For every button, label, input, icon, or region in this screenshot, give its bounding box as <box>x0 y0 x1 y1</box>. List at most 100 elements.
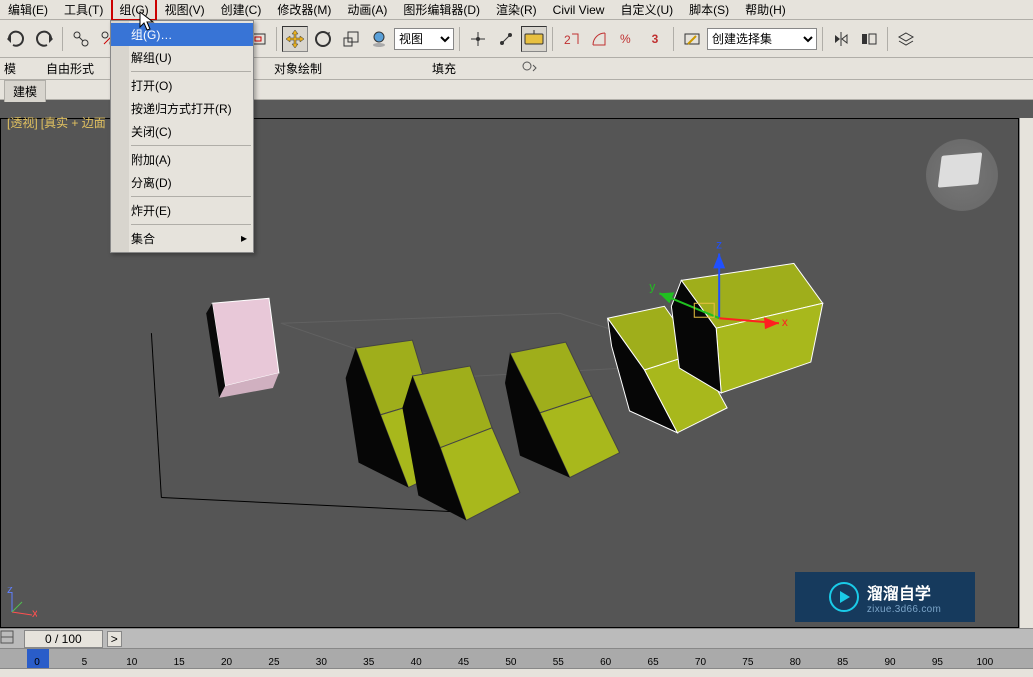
menu-script[interactable]: 脚本(S) <box>681 0 737 21</box>
snap-2d-icon[interactable]: 2 <box>558 26 584 52</box>
time-ruler[interactable]: 0 5 10 15 20 25 30 35 40 45 50 55 60 65 … <box>0 648 1033 668</box>
tick: 20 <box>217 657 237 668</box>
menu-customize[interactable]: 自定义(U) <box>612 0 681 21</box>
tick: 5 <box>74 657 94 668</box>
tick: 35 <box>359 657 379 668</box>
menu-tools[interactable]: 工具(T) <box>56 0 111 21</box>
named-selection-set-select[interactable]: 创建选择集 <box>707 28 817 50</box>
tick: 80 <box>785 657 805 668</box>
manipulate-icon[interactable] <box>493 26 519 52</box>
time-frame-display[interactable]: 0 / 100 <box>24 630 103 648</box>
tick: 40 <box>406 657 426 668</box>
layers-icon[interactable] <box>893 26 919 52</box>
object-box-green-5[interactable] <box>671 263 822 392</box>
menu-modifier[interactable]: 修改器(M) <box>269 0 339 21</box>
tick: 50 <box>501 657 521 668</box>
tick: 90 <box>880 657 900 668</box>
tick: 70 <box>690 657 710 668</box>
menu-graph-editor[interactable]: 图形编辑器(D) <box>395 0 488 21</box>
menu-item-group[interactable]: 组(G)… <box>111 23 253 46</box>
menu-item-close[interactable]: 关闭(C) <box>111 120 253 143</box>
tick: 25 <box>264 657 284 668</box>
object-box-pink[interactable] <box>206 298 279 398</box>
ribbon-label-objpaint[interactable]: 对象绘制 <box>274 60 322 77</box>
tick: 45 <box>454 657 474 668</box>
ribbon-label-fill[interactable]: 填充 <box>432 60 456 77</box>
menu-separator <box>131 196 251 197</box>
menu-civil-view[interactable]: Civil View <box>545 0 613 20</box>
submenu-arrow-icon: ▸ <box>241 231 247 245</box>
keyboard-shortcut-icon[interactable] <box>521 26 547 52</box>
svg-text:z: z <box>716 237 722 251</box>
watermark-title: 溜溜自学 <box>867 580 941 604</box>
object-box-green-2[interactable] <box>402 366 520 520</box>
watermark-play-icon <box>829 582 859 612</box>
tick: 95 <box>927 657 947 668</box>
axis-indicator-icon: z x <box>7 587 37 617</box>
tick: 60 <box>596 657 616 668</box>
menu-item-ungroup[interactable]: 解组(U) <box>111 46 253 69</box>
command-panel-edge[interactable] <box>1019 118 1033 628</box>
menu-render[interactable]: 渲染(R) <box>488 0 545 21</box>
menu-separator <box>131 145 251 146</box>
menu-separator <box>131 224 251 225</box>
menu-edit[interactable]: 编辑(E) <box>0 0 56 21</box>
tick: 10 <box>122 657 142 668</box>
menu-animation[interactable]: 动画(A) <box>339 0 395 21</box>
ribbon-label-freeform[interactable]: 自由形式 <box>46 60 94 77</box>
svg-text:y: y <box>649 279 655 293</box>
svg-text:x: x <box>782 315 788 329</box>
tick: 0 <box>27 657 47 668</box>
undo-icon[interactable] <box>3 26 29 52</box>
menu-item-attach[interactable]: 附加(A) <box>111 148 253 171</box>
menu-item-detach[interactable]: 分离(D) <box>111 171 253 194</box>
place-icon[interactable] <box>366 26 392 52</box>
svg-text:%: % <box>620 32 631 46</box>
menu-group[interactable]: 组(G) <box>111 0 156 21</box>
scale-icon[interactable] <box>338 26 364 52</box>
move-icon[interactable] <box>282 26 308 52</box>
watermark-url: zixue.3d66.com <box>867 604 941 615</box>
menu-bar: 编辑(E) 工具(T) 组(G) 视图(V) 创建(C) 修改器(M) 动画(A… <box>0 0 1033 20</box>
svg-text:2: 2 <box>564 33 571 47</box>
menu-create[interactable]: 创建(C) <box>213 0 270 21</box>
mirror-icon[interactable] <box>828 26 854 52</box>
tick: 55 <box>548 657 568 668</box>
watermark: 溜溜自学 zixue.3d66.com <box>795 572 975 622</box>
time-config-icon[interactable] <box>0 630 18 647</box>
viewcube[interactable] <box>926 139 998 211</box>
ref-coord-sys-select[interactable]: 视图 <box>394 28 454 50</box>
tick: 100 <box>975 657 995 668</box>
rotate-icon[interactable] <box>310 26 336 52</box>
tick: 85 <box>833 657 853 668</box>
time-slider[interactable]: 0 / 100 > <box>0 628 1033 648</box>
spinner-snap-icon[interactable]: 3 <box>642 26 668 52</box>
menu-item-assembly[interactable]: 集合▸ <box>111 227 253 250</box>
snap-percent-icon[interactable]: % <box>614 26 640 52</box>
tick: 30 <box>311 657 331 668</box>
menu-help[interactable]: 帮助(H) <box>737 0 794 21</box>
menu-item-open-recursive[interactable]: 按递归方式打开(R) <box>111 97 253 120</box>
tick: 15 <box>169 657 189 668</box>
redo-icon[interactable] <box>31 26 57 52</box>
time-step-forward[interactable]: > <box>107 631 122 647</box>
link-icon[interactable] <box>68 26 94 52</box>
align-icon[interactable] <box>856 26 882 52</box>
svg-text:x: x <box>32 606 37 617</box>
object-box-green-3[interactable] <box>505 342 620 477</box>
edit-named-sel-icon[interactable] <box>679 26 705 52</box>
ribbon-dropdown-icon[interactable] <box>522 61 538 76</box>
ruler-ticks: 0 5 10 15 20 25 30 35 40 45 50 55 60 65 … <box>27 649 995 668</box>
snap-angle-icon[interactable] <box>586 26 612 52</box>
menu-separator <box>131 71 251 72</box>
ribbon-label-model[interactable]: 模 <box>4 60 16 77</box>
tick: 75 <box>738 657 758 668</box>
pivot-icon[interactable] <box>465 26 491 52</box>
tick: 65 <box>643 657 663 668</box>
ribbon-tab-modeling[interactable]: 建模 <box>4 80 46 102</box>
menu-item-open[interactable]: 打开(O) <box>111 74 253 97</box>
group-menu-dropdown: 组(G)… 解组(U) 打开(O) 按递归方式打开(R) 关闭(C) 附加(A)… <box>110 20 254 253</box>
status-bar <box>0 668 1033 677</box>
menu-view[interactable]: 视图(V) <box>157 0 213 21</box>
menu-item-explode[interactable]: 炸开(E) <box>111 199 253 222</box>
